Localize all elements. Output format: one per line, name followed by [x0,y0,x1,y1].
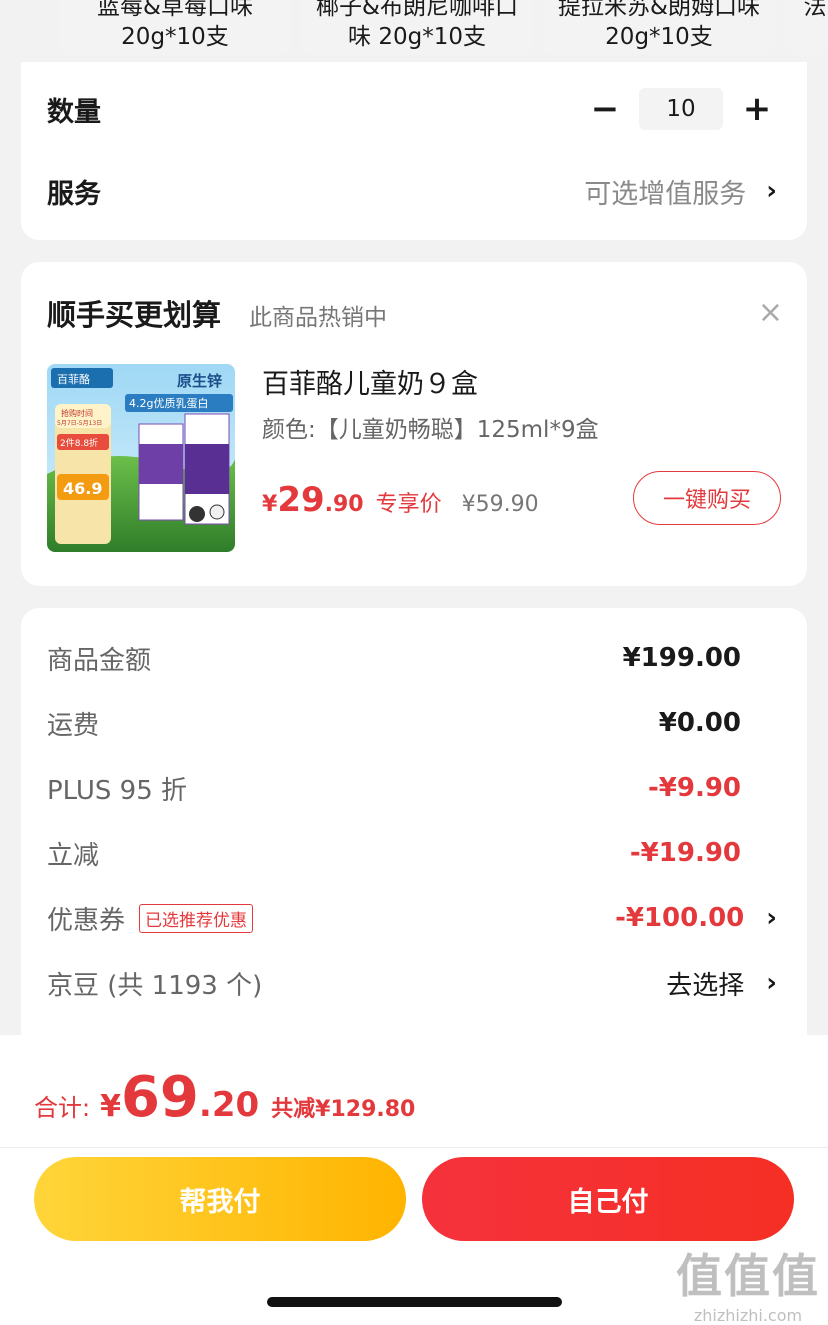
bundle-card: 顺手买更划算 此商品热销中 × 百菲酪 原生锌 4.2g优质乳蛋白 抢购时间 5… [21,262,807,586]
quantity-row: 数量 − 10 + [47,84,777,134]
product-name[interactable]: 百菲酪儿童奶９盒 [262,362,478,401]
quantity-label: 数量 [47,96,101,128]
summary-label: 商品金额 [47,645,152,676]
summary-label: PLUS 95 折 [47,775,188,806]
flavor-option-text: 蓝莓&草莓口味 [97,0,253,20]
one-click-buy-button[interactable]: 一键购买 [633,471,781,525]
flavor-option-text: 提拉米苏&朗姆口味 [558,0,760,20]
flavor-option-4[interactable]: 法 [785,0,828,54]
summary-row-goods: 商品金额 ¥199.00 [47,640,777,676]
summary-label: 运费 [47,710,100,741]
bundle-subtitle: 此商品热销中 [249,305,387,331]
watermark: 值值值 zhizhizhi.com [676,1240,820,1325]
chevron-right-icon: › [766,176,777,206]
chevron-right-icon: › [766,968,777,998]
order-total: 合计: ¥ 69 .20 共减¥129.80 [34,1065,415,1130]
total-label: 合计: [34,1094,91,1122]
product-price: ¥ 29 .90 专享价 ¥59.90 [262,480,539,520]
summary-value: ¥199.00 [622,643,741,673]
footer-divider [0,1147,828,1148]
summary-label: 立减 [47,840,100,871]
product-promo-date: 5月7日-5月13日 [57,420,102,427]
price-decimal: .90 [324,492,364,517]
summary-row-jingdou[interactable]: 京豆 (共 1193 个) 去选择 › [47,965,777,1001]
quantity-input[interactable]: 10 [639,88,723,130]
product-promo-discount: 2件8.8折 [60,437,98,449]
quantity-plus-button[interactable]: + [737,89,777,129]
exclusive-price-tag: 专享价 [375,492,442,517]
summary-row-shipping: 运费 ¥0.00 [47,705,777,741]
coupon-value: -¥100.00 [615,903,745,933]
flavor-option-text: 20g*10支 [605,24,713,50]
total-saved: 共减¥129.80 [271,1097,416,1122]
product-promo-price: 46.9 [63,479,102,498]
help-me-pay-button[interactable]: 帮我付 [34,1157,406,1241]
product-headline-text: 原生锌 [177,372,222,390]
flavor-option-text: 20g*10支 [121,24,229,50]
price-summary-card: 商品金额 ¥199.00 运费 ¥0.00 PLUS 95 折 -¥9.90 立… [21,608,807,1068]
quantity-stepper: − 10 + [585,88,777,130]
product-image-graphic: 百菲酪 原生锌 4.2g优质乳蛋白 抢购时间 5月7日-5月13日 2件8.8折… [47,364,235,552]
options-card: 数量 − 10 + 服务 可选增值服务 › [21,62,807,240]
service-value: 可选增值服务 [584,178,747,210]
product-protein-text: 4.2g优质乳蛋白 [129,396,208,410]
price-integer: 29 [277,480,325,520]
quantity-minus-button[interactable]: − [585,89,625,129]
product-image[interactable]: 百菲酪 原生锌 4.2g优质乳蛋白 抢购时间 5月7日-5月13日 2件8.8折… [47,364,235,552]
flavor-option-1[interactable]: 蓝莓&草莓口味 20g*10支 [59,0,291,54]
flavor-option-text: 法 [803,0,827,20]
flavor-options: 蓝莓&草莓口味 20g*10支 椰子&布朗尼咖啡口 味 20g*10支 提拉米苏… [0,0,828,62]
coupon-badge: 已选推荐优惠 [139,903,254,933]
summary-row-coupon[interactable]: 优惠券 已选推荐优惠 -¥100.00 › [47,900,777,936]
flavor-option-text: 味 20g*10支 [348,24,486,50]
bundle-title: 顺手买更划算 [47,298,222,332]
jingdou-value: 去选择 [666,970,745,1001]
coupon-label: 优惠券 [47,905,126,936]
service-row[interactable]: 服务 可选增值服务 › [47,166,777,216]
summary-value: ¥0.00 [658,708,741,738]
flavor-option-text: 椰子&布朗尼咖啡口 [316,0,518,20]
product-promo-time: 抢购时间 [61,408,93,418]
total-decimal: .20 [198,1085,260,1125]
flavor-option-3[interactable]: 提拉米苏&朗姆口味 20g*10支 [543,0,775,54]
flavor-option-2[interactable]: 椰子&布朗尼咖啡口 味 20g*10支 [301,0,533,54]
summary-value: -¥19.90 [629,838,741,868]
total-integer: 69 [120,1065,199,1130]
original-price: ¥59.90 [461,492,539,517]
home-indicator[interactable] [267,1297,562,1307]
jingdou-label: 京豆 (共 1193 个) [47,970,263,1001]
pay-myself-button[interactable]: 自己付 [422,1157,794,1241]
price-currency: ¥ [262,492,278,517]
summary-row-plus-discount: PLUS 95 折 -¥9.90 [47,770,777,806]
summary-row-instant-discount: 立减 -¥19.90 [47,835,777,871]
chevron-right-icon: › [766,903,777,933]
total-currency: ¥ [100,1089,121,1124]
product-spec: 颜色:【儿童奶畅聪】125ml*9盒 [262,417,599,443]
service-label: 服务 [47,178,101,210]
product-brand-text: 百菲酪 [57,373,90,386]
watermark-url: zhizhizhi.com [693,1306,803,1325]
close-icon[interactable]: × [758,298,783,328]
summary-value: -¥9.90 [647,773,741,803]
watermark-logo: 值值值 [676,1249,820,1303]
